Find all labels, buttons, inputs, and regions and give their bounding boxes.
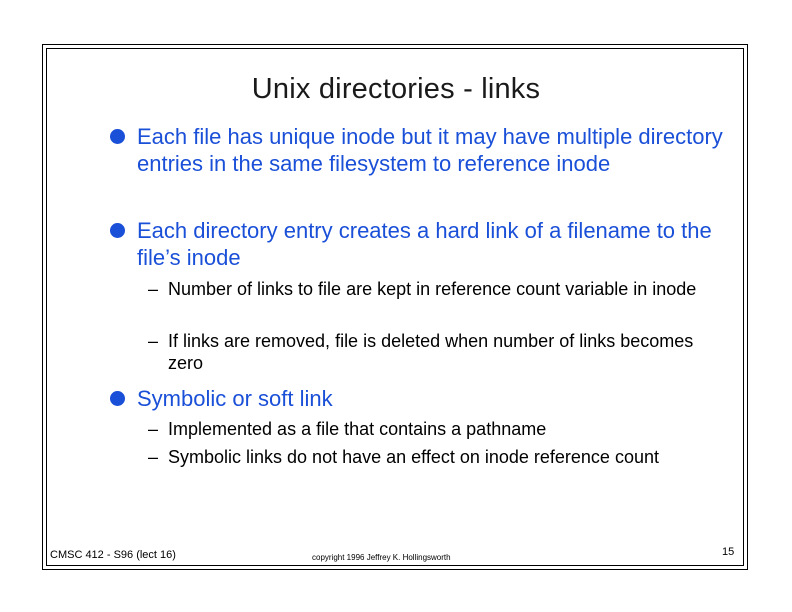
bullet-text: Each file has unique inode but it may ha… — [137, 124, 723, 176]
footer-course: CMSC 412 - S96 (lect 16) — [50, 549, 176, 561]
slide-title: Unix directories - links — [251, 73, 541, 105]
sub-bullet-item: – Number of links to file are kept in re… — [148, 278, 728, 300]
bullet-text: Symbolic or soft link — [137, 386, 333, 411]
bullet-dot-icon — [110, 129, 125, 144]
sub-bullet-text: Number of links to file are kept in refe… — [168, 279, 697, 299]
bullet-item: Symbolic or soft link — [110, 385, 727, 412]
sub-bullet-text: Implemented as a file that contains a pa… — [168, 419, 547, 439]
bullet-item: Each file has unique inode but it may ha… — [110, 123, 727, 177]
bullet-text: Each directory entry creates a hard link… — [137, 218, 712, 270]
dash-marker: – — [147, 279, 158, 299]
footer-copyright: copyright 1996 Jeffrey K. Hollingsworth — [312, 553, 451, 562]
sub-bullet-item: – Symbolic links do not have an effect o… — [148, 446, 728, 468]
sub-bullet-item: – If links are removed, file is deleted … — [148, 330, 728, 374]
page-number: 15 — [722, 546, 735, 558]
bullet-item: Each directory entry creates a hard link… — [110, 217, 727, 271]
bullet-dot-icon — [110, 391, 125, 406]
dash-marker: – — [147, 447, 158, 467]
bullet-dot-icon — [110, 223, 125, 238]
sub-bullet-text: Symbolic links do not have an effect on … — [168, 447, 659, 467]
dash-marker: – — [147, 331, 158, 351]
dash-marker: – — [147, 419, 158, 439]
sub-bullet-item: – Implemented as a file that contains a … — [148, 418, 728, 440]
sub-bullet-text: If links are removed, file is deleted wh… — [168, 331, 694, 373]
